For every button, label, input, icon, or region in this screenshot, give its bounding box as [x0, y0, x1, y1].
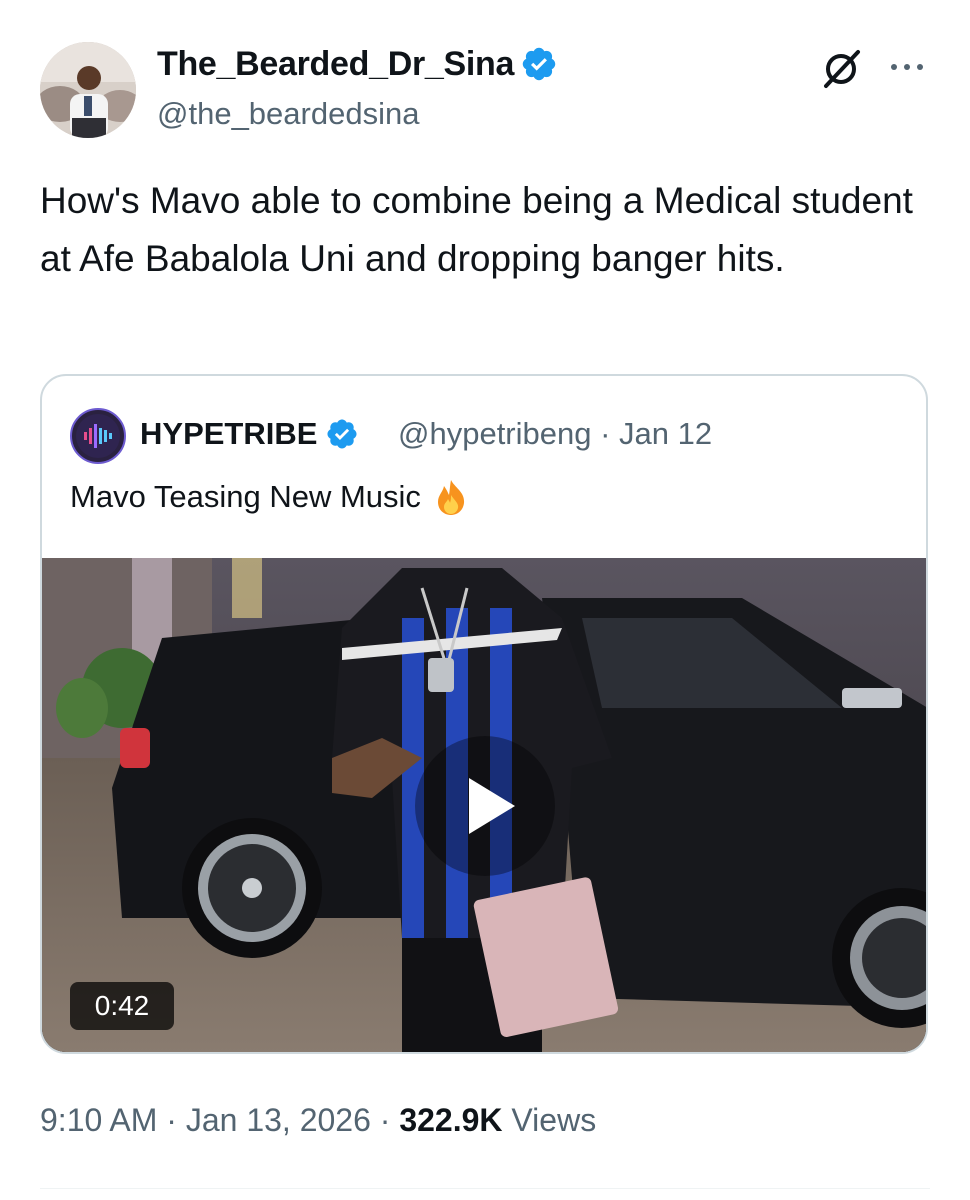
views-label: Views: [511, 1102, 597, 1138]
play-icon: [469, 778, 515, 834]
tweet-metadata: 9:10 AM · Jan 13, 2026 · 322.9K Views: [40, 1098, 596, 1142]
views-count: 322.9K: [399, 1102, 503, 1138]
separator-dot: ·: [166, 1102, 186, 1138]
fire-emoji-icon: [437, 480, 464, 515]
hypetribe-logo-icon: [76, 414, 120, 458]
author-name[interactable]: The_Bearded_Dr_Sina: [157, 42, 558, 86]
video-duration-badge: 0:42: [70, 982, 174, 1030]
quoted-author-name-text[interactable]: HYPETRIBE: [140, 412, 317, 456]
quoted-tweet-card[interactable]: HYPETRIBE @hypetribeng · Jan 12 Mavo Tea…: [40, 374, 928, 1054]
quoted-author-name[interactable]: HYPETRIBE: [140, 412, 359, 456]
divider: [40, 1188, 930, 1189]
verified-badge-icon: [327, 419, 357, 449]
quoted-handle-date[interactable]: @hypetribeng · Jan 12: [398, 412, 712, 456]
author-name-text[interactable]: The_Bearded_Dr_Sina: [157, 42, 514, 86]
tweet-date[interactable]: Jan 13, 2026: [186, 1102, 371, 1138]
quoted-avatar[interactable]: [70, 408, 126, 464]
grok-icon[interactable]: [818, 46, 864, 92]
avatar-image: [40, 42, 136, 138]
quoted-tweet-text-content: Mavo Teasing New Music: [70, 479, 421, 514]
author-avatar[interactable]: [40, 42, 136, 138]
video-player[interactable]: 0:42: [42, 558, 926, 1052]
tweet-text: How's Mavo able to combine being a Medic…: [40, 180, 913, 279]
quoted-tweet-text: Mavo Teasing New Music: [70, 474, 471, 520]
author-handle[interactable]: @the_beardedsina: [157, 94, 419, 134]
play-button[interactable]: [415, 736, 555, 876]
separator-dot: ·: [379, 1102, 400, 1138]
verified-badge-icon: [522, 47, 556, 81]
more-icon[interactable]: [886, 52, 928, 82]
tweet-time[interactable]: 9:10 AM: [40, 1102, 157, 1138]
more-dots-icon: [891, 64, 923, 70]
